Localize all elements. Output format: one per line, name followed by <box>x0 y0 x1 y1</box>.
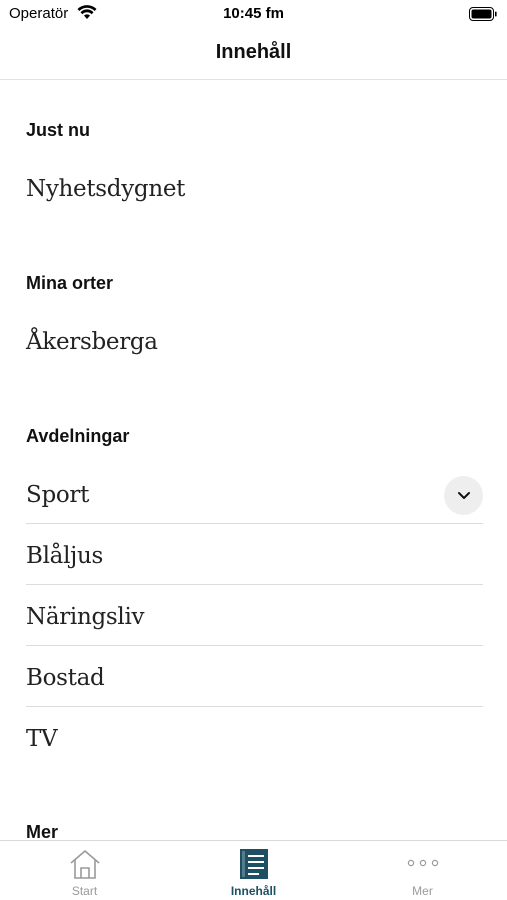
divider <box>26 645 483 646</box>
expand-sport-button[interactable] <box>444 476 483 515</box>
list-item-label: Näringsliv <box>26 604 145 630</box>
tab-start[interactable]: Start <box>0 841 169 900</box>
status-bar: Operatör 10:45 fm <box>0 0 507 30</box>
list-item-label: Sport <box>26 482 90 508</box>
tab-label: Start <box>71 884 98 898</box>
tab-bar: Start Innehåll Mer <box>0 840 507 900</box>
list-item-naringsliv[interactable]: Näringsliv <box>26 590 483 651</box>
list-item-akersberga[interactable]: Åkersberga <box>26 329 158 355</box>
section-heading-mina-orter: Mina orter <box>26 273 114 293</box>
list-item-blaljus[interactable]: Blåljus <box>26 529 483 590</box>
list-item-label: Blåljus <box>26 543 103 569</box>
navigation-bar: Innehåll <box>0 30 507 80</box>
page-title: Innehåll <box>215 41 292 63</box>
divider <box>26 706 483 707</box>
list-item-nyhetsdygnet[interactable]: Nyhetsdygnet <box>26 176 185 202</box>
home-icon <box>68 848 102 885</box>
status-time: 10:45 fm <box>223 5 284 22</box>
section-heading-just-nu: Just nu <box>26 120 91 140</box>
divider <box>26 523 483 524</box>
section-heading-avdelningar: Avdelningar <box>26 426 130 446</box>
list-item-label: TV <box>26 726 58 752</box>
tab-label: Mer <box>412 884 433 898</box>
list-item-label: Bostad <box>26 665 105 691</box>
list-item-tv[interactable]: TV <box>26 712 483 773</box>
divider <box>26 584 483 585</box>
list-item-sport[interactable]: Sport <box>26 468 483 529</box>
battery-icon <box>469 7 497 21</box>
list-item-bostad[interactable]: Bostad <box>26 651 483 712</box>
content-list[interactable]: Just nu Nyhetsdygnet Mina orter Åkersber… <box>0 81 507 840</box>
tab-label: Innehåll <box>230 884 277 898</box>
newspaper-icon <box>237 848 271 885</box>
tab-mer[interactable]: Mer <box>338 841 507 900</box>
more-dots-icon <box>406 855 440 873</box>
section-heading-mer: Mer <box>26 822 59 840</box>
chevron-down-icon <box>457 487 471 505</box>
tab-innehall[interactable]: Innehåll <box>169 841 338 900</box>
